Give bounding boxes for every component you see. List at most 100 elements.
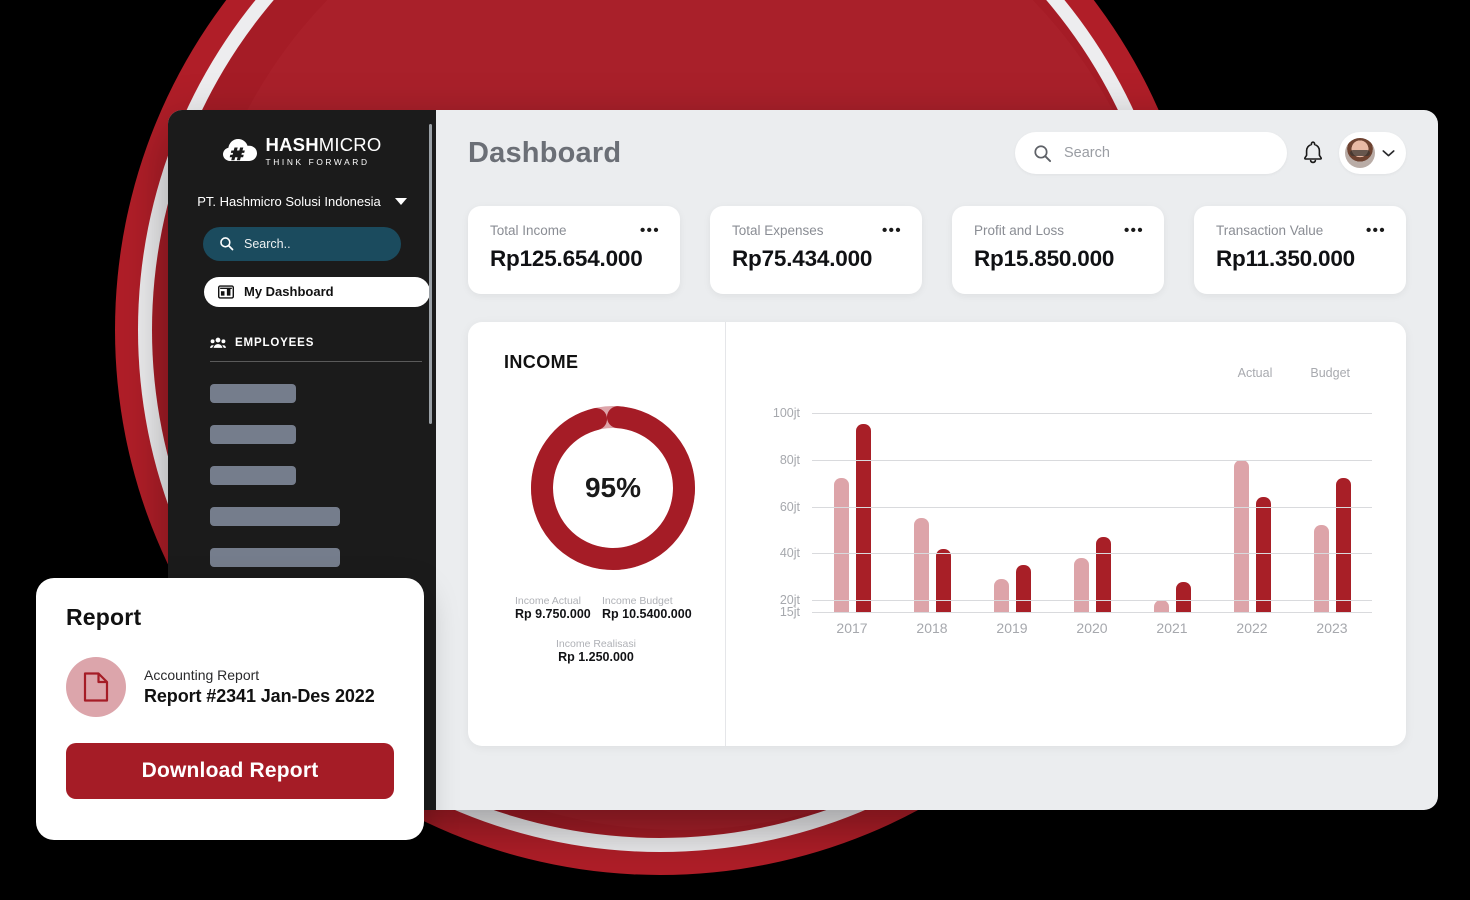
- profile-menu[interactable]: [1339, 132, 1406, 174]
- sidebar-skeleton-item: [210, 506, 340, 526]
- more-horizontal-icon[interactable]: •••: [1124, 223, 1144, 238]
- bell-icon[interactable]: [1301, 140, 1325, 166]
- kpi-value: Rp75.434.000: [732, 246, 873, 271]
- bar-actual-2019[interactable]: [993, 579, 1009, 612]
- income-stat-budget: Income Budget Rp 10.5400.000: [602, 595, 692, 621]
- bar-budget-2022[interactable]: [1255, 497, 1271, 612]
- search-input[interactable]: Search: [1015, 132, 1287, 174]
- income-stat-label: Income Actual: [515, 595, 581, 607]
- bar-budget-2023[interactable]: [1335, 478, 1351, 612]
- more-horizontal-icon[interactable]: •••: [640, 223, 660, 238]
- report-row: Accounting Report Report #2341 Jan-Des 2…: [66, 657, 394, 717]
- income-title: INCOME: [504, 352, 579, 372]
- bar-actual-2023[interactable]: [1313, 525, 1329, 612]
- x-tick-label: 2018: [916, 620, 948, 636]
- topbar: Dashboard Search: [468, 132, 1406, 174]
- kpi-label: Total Expenses: [732, 223, 824, 238]
- kpi-label: Total Income: [490, 223, 567, 238]
- report-text: Accounting Report Report #2341 Jan-Des 2…: [144, 667, 375, 707]
- kpi-label: Profit and Loss: [974, 223, 1065, 238]
- dashboard-icon: [218, 285, 234, 299]
- search-placeholder: Search: [1064, 145, 1110, 161]
- legend-item-actual[interactable]: Actual: [1238, 366, 1273, 380]
- y-tick-label: 60jt: [779, 499, 800, 514]
- chevron-down-icon: [394, 197, 407, 205]
- bar-actual-2020[interactable]: [1073, 558, 1089, 612]
- sidebar-item-my-dashboard[interactable]: My Dashboard: [204, 276, 430, 307]
- y-tick-label: 15jt: [779, 605, 800, 619]
- income-stat-value: Rp 1.250.000: [558, 650, 634, 664]
- x-tick-label: 2023: [1316, 620, 1348, 636]
- income-stats: Income Actual Rp 9.750.000 Income Budget…: [504, 593, 725, 679]
- company-selector[interactable]: PT. Hashmicro Solusi Indonesia: [168, 194, 436, 209]
- income-stat-label: Income Budget: [602, 595, 673, 607]
- sidebar-section-label: EMPLOYEES: [235, 336, 315, 349]
- chevron-down-icon: [1382, 149, 1395, 156]
- gridline: [812, 553, 1372, 555]
- download-report-button[interactable]: Download Report: [66, 743, 394, 799]
- income-stat-label: Income Realisasi: [556, 638, 636, 650]
- income-bar-chart: Actual Budget 100jt 80jt 60jt 40jt 20jt 15jt 2…: [726, 322, 1406, 746]
- income-summary: INCOME 95% Income Actual Rp 9.750.000 In…: [468, 322, 726, 746]
- legend-item-budget[interactable]: Budget: [1310, 366, 1350, 380]
- report-subtitle: Accounting Report: [144, 667, 260, 683]
- avatar: [1345, 138, 1375, 168]
- sidebar-section-employees[interactable]: EMPLOYEES: [210, 337, 422, 362]
- bar-actual-2017[interactable]: [833, 478, 849, 612]
- kpi-card[interactable]: Total Income ••• Rp125.654.000: [468, 206, 680, 294]
- kpi-cards: Total Income ••• Rp125.654.000 Total Exp…: [468, 206, 1406, 294]
- company-name: PT. Hashmicro Solusi Indonesia: [197, 193, 381, 209]
- bar-group-2021: [1132, 394, 1212, 612]
- bar-group-2023: [1292, 394, 1372, 612]
- sidebar-skeleton-item: [210, 465, 296, 485]
- income-stat-value: Rp 10.5400.000: [602, 607, 692, 621]
- page-title: Dashboard: [468, 136, 622, 169]
- document-icon: [83, 672, 109, 702]
- sidebar-search-input[interactable]: Search..: [203, 226, 401, 261]
- chart-y-axis: 100jt 80jt 60jt 40jt 20jt 15jt: [756, 394, 800, 619]
- document-icon-badge: [66, 657, 126, 717]
- people-icon: [210, 337, 226, 348]
- kpi-card[interactable]: Profit and Loss ••• Rp15.850.000: [952, 206, 1164, 294]
- search-icon: [220, 237, 234, 251]
- bar-group-2018: [892, 394, 972, 612]
- chart-bars: [812, 394, 1372, 612]
- bar-budget-2017[interactable]: [855, 424, 871, 612]
- sidebar-skeleton-item: [210, 547, 340, 567]
- bar-budget-2018[interactable]: [935, 548, 951, 612]
- x-tick-label: 2021: [1156, 620, 1188, 636]
- bar-actual-2018[interactable]: [913, 518, 929, 612]
- kpi-label: Transaction Value: [1216, 223, 1324, 238]
- bar-budget-2021[interactable]: [1175, 581, 1191, 612]
- chart-gridlines: [812, 394, 1372, 613]
- chart-plot-area: 100jt 80jt 60jt 40jt 20jt 15jt 2017 2018 2019 20…: [756, 394, 1372, 644]
- more-horizontal-icon[interactable]: •••: [1366, 223, 1386, 238]
- x-tick-label: 2017: [836, 620, 868, 636]
- bar-group-2020: [1052, 394, 1132, 612]
- income-donut-chart: 95%: [522, 397, 704, 579]
- report-title: Report: [66, 604, 142, 630]
- logo-bold: HASH: [265, 134, 319, 155]
- income-panel: INCOME 95% Income Actual Rp 9.750.000 In…: [468, 322, 1406, 746]
- bar-budget-2019[interactable]: [1015, 565, 1031, 612]
- report-card: Report Accounting Report Report #2341 Ja…: [36, 578, 424, 840]
- sidebar-item-label: My Dashboard: [244, 284, 334, 300]
- more-horizontal-icon[interactable]: •••: [882, 223, 902, 238]
- x-tick-label: 2022: [1236, 620, 1268, 636]
- chart-x-axis: 2017 2018 2019 2020 2021 2022 2023: [812, 620, 1372, 636]
- kpi-value: Rp15.850.000: [974, 246, 1115, 271]
- donut-percent-label: 95%: [584, 472, 642, 503]
- income-stat-actual: Income Actual Rp 9.750.000: [515, 595, 591, 621]
- logo-tagline: THINK FORWARD: [265, 156, 370, 167]
- income-stat-value: Rp 9.750.000: [515, 607, 591, 621]
- x-tick-label: 2019: [996, 620, 1028, 636]
- bar-group-2017: [812, 394, 892, 612]
- gridline: [812, 600, 1372, 602]
- bar-actual-2021[interactable]: [1153, 600, 1169, 612]
- bar-group-2022: [1212, 394, 1292, 612]
- report-name: Report #2341 Jan-Des 2022: [144, 686, 375, 706]
- kpi-card[interactable]: Total Expenses ••• Rp75.434.000: [710, 206, 922, 294]
- bar-actual-2022[interactable]: [1233, 459, 1249, 612]
- sidebar-scrollbar[interactable]: [429, 124, 432, 424]
- kpi-card[interactable]: Transaction Value ••• Rp11.350.000: [1194, 206, 1406, 294]
